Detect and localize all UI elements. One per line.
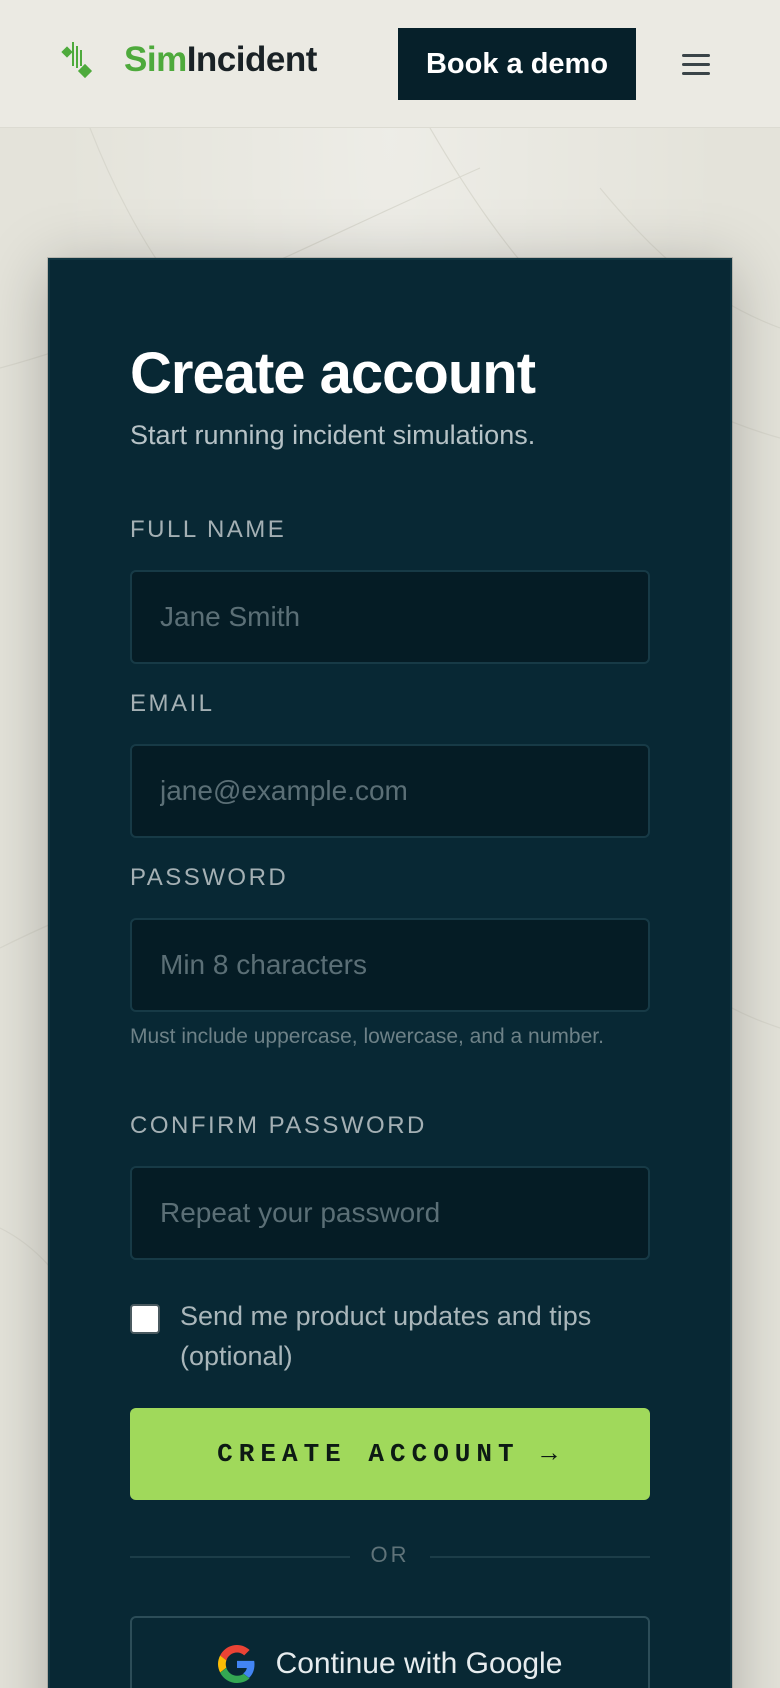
site-header: SimIncident Book a demo <box>0 0 780 128</box>
email-input[interactable] <box>130 744 650 838</box>
divider-or-text: OR <box>370 1542 410 1567</box>
password-hint: Must include uppercase, lowercase, and a… <box>130 1025 604 1048</box>
brand-name-prefix: Sim <box>124 40 187 79</box>
menu-bar <box>682 71 710 75</box>
password-input[interactable] <box>130 918 650 1012</box>
confirm-password-input[interactable] <box>130 1166 650 1260</box>
signup-card: Create account Start running incident si… <box>48 258 732 1688</box>
book-demo-button[interactable]: Book a demo <box>398 28 636 100</box>
full-name-label: FULL NAME <box>130 516 287 543</box>
page-subtitle: Start running incident simulations. <box>130 420 536 450</box>
google-button-label: Continue with Google <box>275 1647 563 1680</box>
brand-logo-icon[interactable] <box>60 40 96 82</box>
page-title: Create account <box>130 341 536 406</box>
password-label: PASSWORD <box>130 864 289 891</box>
divider-line-right <box>430 1556 650 1558</box>
hamburger-menu-icon[interactable] <box>676 46 716 82</box>
menu-bar <box>682 53 710 57</box>
menu-bar <box>682 62 710 66</box>
brand-name-suffix: Incident <box>186 40 318 79</box>
updates-checkbox[interactable] <box>130 1304 160 1334</box>
confirm-password-label: CONFIRM PASSWORD <box>130 1112 427 1139</box>
google-icon <box>217 1645 255 1683</box>
brand-name[interactable]: SimIncident <box>124 40 317 80</box>
email-label: EMAIL <box>130 690 215 717</box>
continue-with-google-button[interactable]: Continue with Google <box>130 1616 650 1688</box>
updates-checkbox-label[interactable]: Send me product updates and tips (option… <box>180 1296 650 1376</box>
create-account-button[interactable]: CREATE ACCOUNT → <box>130 1408 650 1500</box>
divider-line-left <box>130 1556 350 1558</box>
full-name-input[interactable] <box>130 570 650 664</box>
